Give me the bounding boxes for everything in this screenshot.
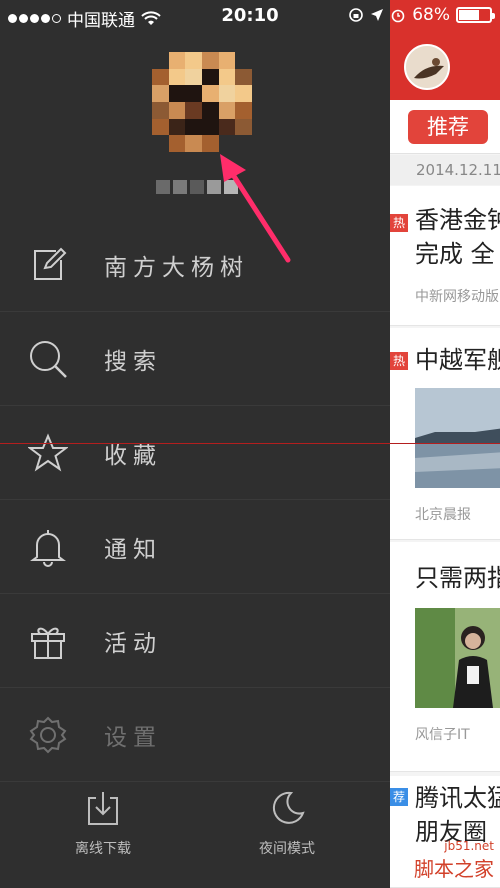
menu-item-label: 活动 [104,630,162,657]
night-mode-label: 夜间模式 [259,841,315,857]
gear-icon [28,715,68,755]
side-drawer: 南方大杨树 搜索 收藏 通知 活动 设置 离线下载 夜间模式 [0,0,390,888]
drawer-menu: 南方大杨树 搜索 收藏 通知 活动 设置 [0,218,390,782]
download-icon [88,792,118,825]
hot-badge: 热 [390,352,408,370]
offline-download-button[interactable]: 离线下载 [48,790,158,858]
news-card[interactable]: 热 香港金钟 完成 全 中新网移动版 [390,186,500,326]
menu-item-favorites[interactable]: 收藏 [0,406,390,500]
rotation-lock-icon [349,8,364,22]
news-source: 北京晨报 [415,507,471,523]
menu-item-search[interactable]: 搜索 [0,312,390,406]
battery-icon [456,7,495,23]
menu-item-notifications[interactable]: 通知 [0,500,390,594]
status-indicators: 68% [348,5,495,25]
menu-item-activities[interactable]: 活动 [0,594,390,688]
menu-item-label: 搜索 [104,348,162,375]
news-title: 中越军舰 [415,346,500,374]
battery-percent: 68% [412,5,450,25]
channel-tabbar: 推荐 [390,100,500,154]
watermark-site: jb51.net [444,839,494,853]
news-source: 中新网移动版 [415,289,499,305]
recommended-badge: 荐 [390,788,408,806]
news-title: 香港金钟 [415,206,500,234]
news-card[interactable]: 热 中越军舰 北京晨报 [390,328,500,540]
drawer-footer: 离线下载 夜间模式 [0,790,390,888]
hot-badge: 热 [390,214,408,232]
date-bar: 2014.12.11 [390,155,500,185]
moon-icon [272,791,305,824]
alarm-icon [391,9,405,23]
night-mode-button[interactable]: 夜间模式 [232,790,342,858]
news-title: 只需两指 [415,564,500,592]
bell-icon [28,527,68,567]
menu-item-label: 南方大杨树 [104,254,249,281]
news-title: 腾讯太猛 [415,784,500,812]
news-card[interactable]: 只需两指 风信子IT [390,542,500,772]
menu-item-settings[interactable]: 设置 [0,688,390,782]
overlay-line [0,443,500,444]
news-title: 完成 全 [415,240,495,268]
user-avatar[interactable] [152,52,252,152]
menu-item-label: 设置 [104,724,162,751]
watermark-name: 脚本之家 [414,857,494,881]
tab-recommended[interactable]: 推荐 [408,110,488,144]
menu-item-label: 通知 [104,536,162,563]
location-icon [371,9,384,21]
channel-avatar[interactable] [404,44,450,90]
offline-download-label: 离线下载 [75,841,131,857]
menu-item-profile[interactable]: 南方大杨树 [0,218,390,312]
star-icon [28,432,68,473]
news-pane[interactable]: 推荐 2014.12.11 热 香港金钟 完成 全 中新网移动版 热 中越军舰 … [390,0,500,888]
news-thumbnail [415,608,500,708]
status-bar: 中国联通 20:10 68% [0,0,500,34]
search-icon [28,339,68,379]
gift-icon [28,621,68,661]
news-source: 风信子IT [415,727,470,743]
site-watermark: jb51.net 脚本之家 [414,839,494,882]
edit-icon [28,245,68,285]
news-thumbnail [415,388,500,488]
menu-item-label: 收藏 [104,442,162,469]
